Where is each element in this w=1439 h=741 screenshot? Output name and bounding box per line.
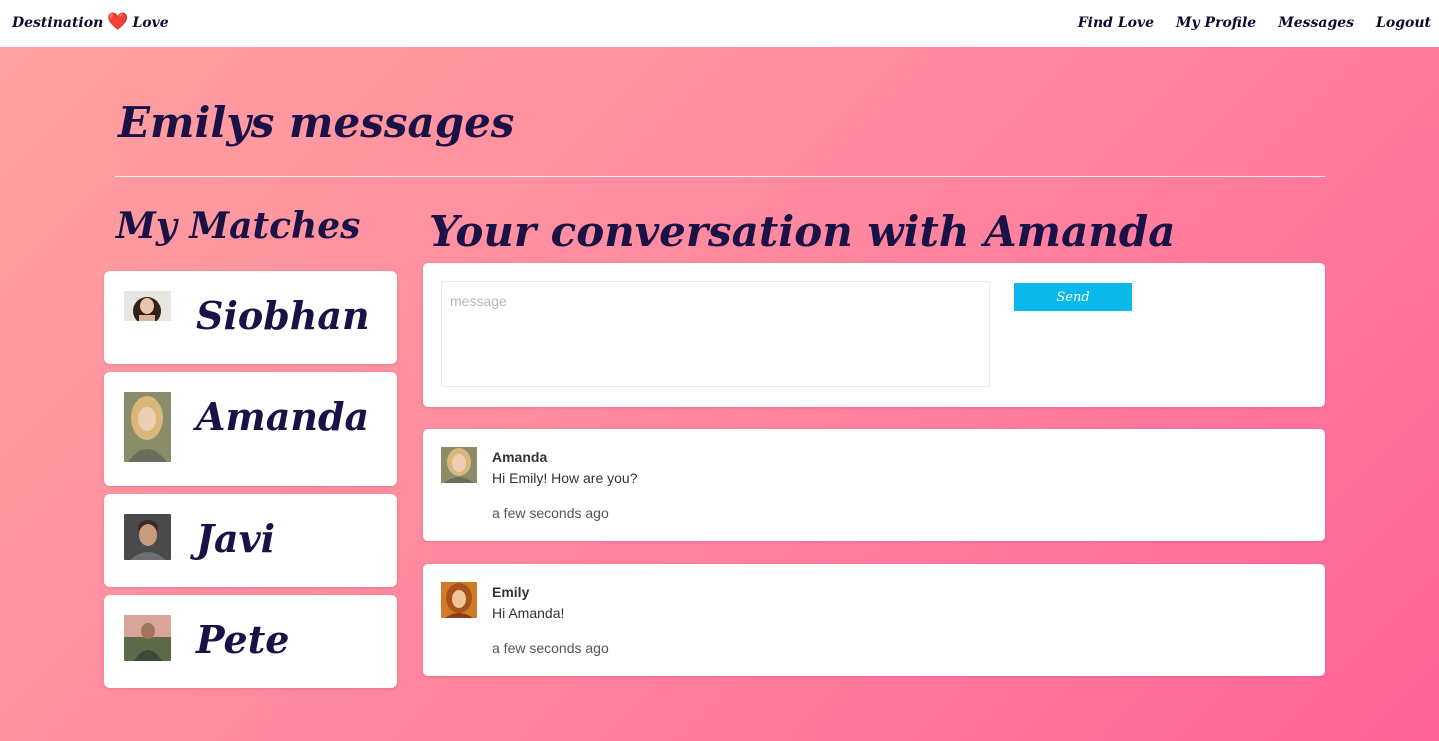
nav-links: Find Love My Profile Messages Logout [1078,15,1431,31]
match-card-siobhan[interactable]: Siobhan [104,271,397,364]
match-card-pete[interactable]: Pete [104,595,397,688]
avatar-javi [124,514,171,560]
compose-card: Send [423,263,1325,407]
avatar-amanda [124,392,171,462]
divider [115,176,1325,177]
avatar-siobhan [124,291,171,321]
navbar: Destination ❤️ Love Find Love My Profile… [0,0,1439,47]
brand-logo[interactable]: Destination ❤️ Love [12,14,169,31]
message-item: Amanda Hi Emily! How are you? a few seco… [423,429,1325,541]
page-title: Emilys messages [118,98,515,147]
match-card-amanda[interactable]: Amanda [104,372,397,486]
message-text: Hi Amanda! [492,605,565,621]
heart-icon: ❤️ [107,12,129,32]
brand-text-right: Love [132,14,169,31]
match-name: Amanda [196,394,370,439]
message-author: Amanda [492,449,548,465]
avatar-amanda [441,447,477,483]
conversation-title: Your conversation with Amanda [429,207,1176,256]
message-item: Emily Hi Amanda! a few seconds ago [423,564,1325,676]
avatar-pete [124,615,171,661]
message-timestamp: a few seconds ago [492,505,609,521]
match-name: Pete [196,617,290,662]
message-timestamp: a few seconds ago [492,640,609,656]
nav-my-profile[interactable]: My Profile [1176,15,1256,31]
send-button[interactable]: Send [1014,283,1132,311]
message-input[interactable] [441,281,990,387]
match-name: Javi [196,516,276,561]
message-author: Emily [492,584,530,600]
matches-title: My Matches [116,205,361,247]
nav-messages[interactable]: Messages [1278,15,1354,31]
message-text: Hi Emily! How are you? [492,470,638,486]
nav-find-love[interactable]: Find Love [1078,15,1154,31]
avatar-emily [441,582,477,618]
nav-logout[interactable]: Logout [1376,15,1431,31]
brand-text-left: Destination [12,14,104,31]
match-card-javi[interactable]: Javi [104,494,397,587]
match-name: Siobhan [196,293,370,338]
